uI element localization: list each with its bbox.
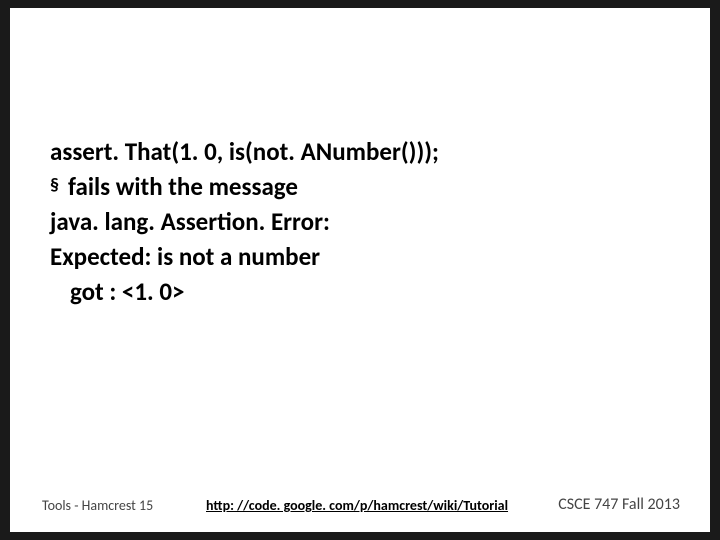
footer-link: http: //code. google. com/p/hamcrest/wik…	[206, 497, 508, 514]
footer-left: Tools - Hamcrest 15	[42, 497, 153, 514]
bullet-icon: §	[50, 169, 68, 198]
slide-footer: Tools - Hamcrest 15 http: //code. google…	[10, 490, 710, 514]
bullet-text: fails with the message	[68, 169, 298, 204]
slide: assert. That(1. 0, is(not. ANumber())); …	[10, 8, 710, 532]
slide-content: assert. That(1. 0, is(not. ANumber())); …	[50, 134, 670, 309]
bullet-line: § fails with the message	[50, 169, 670, 204]
footer-right: CSCE 747 Fall 2013	[558, 495, 680, 514]
code-line-1: assert. That(1. 0, is(not. ANumber()));	[50, 134, 670, 169]
error-line-1: java. lang. Assertion. Error:	[50, 204, 670, 239]
error-line-3: got : <1. 0>	[50, 274, 670, 309]
error-line-2: Expected: is not a number	[50, 239, 670, 274]
